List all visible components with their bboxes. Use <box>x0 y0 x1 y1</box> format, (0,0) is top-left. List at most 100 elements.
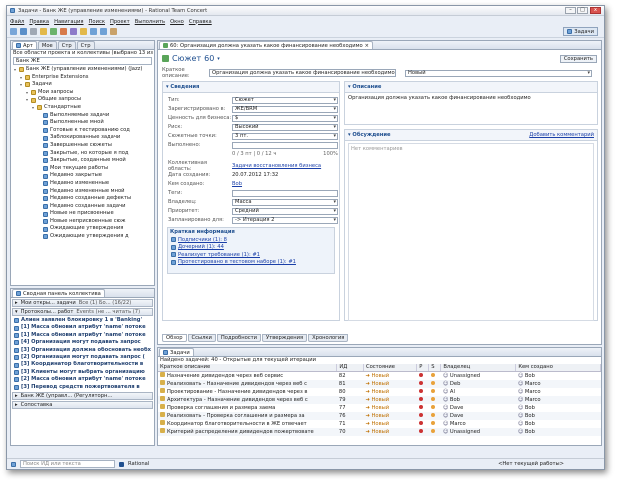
group-compare[interactable]: ▸ Сопоставка <box>12 400 153 409</box>
new-icon[interactable] <box>10 28 17 35</box>
type-dropdown-icon[interactable]: ▾ <box>217 56 220 62</box>
tree-item[interactable]: Закрытые, созданные мной <box>13 157 154 165</box>
menu-run[interactable]: Выполнить <box>135 19 165 25</box>
field-dropdown[interactable]: Высокий <box>232 123 338 131</box>
tab-structure-2[interactable]: Стр <box>76 41 95 49</box>
table-row[interactable]: Координатор благотворительности в ЖЕ отв… <box>158 420 601 428</box>
minimize-button[interactable]: – <box>565 7 576 14</box>
table-row[interactable]: Проектирование - Назначение дивидендов ч… <box>158 388 601 396</box>
twisty-icon[interactable]: ▾ <box>19 74 23 82</box>
tree-item[interactable]: ▾ Стандартные <box>13 104 154 112</box>
menu-file[interactable]: Файл <box>10 19 24 25</box>
tab-team-dashboard[interactable]: Сводная панель коллектива <box>12 289 105 297</box>
table-row[interactable]: Назначение дивидендов через веб сервис 82… <box>158 372 601 381</box>
twisty-icon[interactable]: ▾ <box>25 96 29 104</box>
group-work-events[interactable]: ▾ Протоколы... работ Events (не ... читать… <box>12 308 153 316</box>
menu-edit[interactable]: Правка <box>29 19 49 25</box>
tree-item[interactable]: Новые неприсвоенные сюж <box>13 218 154 226</box>
event-item[interactable]: [3] Координатор благотворительности в <box>14 361 154 368</box>
tree-item[interactable]: ▾ Банк ЖЕ (управление изменениями) (Jazz) <box>13 66 154 74</box>
current-work-label[interactable]: <Нет текущей работы> <box>498 461 564 467</box>
tab-structure[interactable]: Стр <box>57 41 76 49</box>
event-item[interactable]: [1] Масса обновил атрибут 'name' потоке <box>14 332 154 339</box>
event-item[interactable]: [2] Организация могут подавать запрос ( <box>14 354 154 361</box>
field-dropdown[interactable]: $ <box>232 114 338 122</box>
table-row[interactable]: Критерий распределения дивидендов пожерт… <box>158 428 601 436</box>
field-dropdown[interactable]: 3 пт. <box>232 132 338 140</box>
forward-icon[interactable] <box>100 28 107 35</box>
event-item[interactable]: [4] Организация могут подавать запрос <box>14 339 154 346</box>
field-input[interactable] <box>232 141 338 149</box>
twisty-icon[interactable]: ▾ <box>25 89 29 97</box>
perspective-button[interactable]: Задачи <box>563 27 598 36</box>
column-header[interactable]: Краткое описание <box>158 364 338 372</box>
editor-tab-1[interactable]: Ссылки <box>187 334 216 342</box>
fastview-icon[interactable] <box>11 461 16 467</box>
workitem-icon[interactable] <box>70 28 77 35</box>
tree-item[interactable]: Готовые к тестированию сод <box>13 127 154 135</box>
state-dropdown[interactable]: Новый <box>405 69 592 77</box>
tree-item[interactable]: Недавно измененные <box>13 180 154 188</box>
group-my-open-tasks[interactable]: ▸ Мои откры... задачи Все (1) Бо... (16/22… <box>12 299 153 307</box>
editor-tab-3[interactable]: Утверждения <box>262 334 308 342</box>
summary-input[interactable]: Организация должна указать какое финанси… <box>209 69 396 77</box>
event-item[interactable]: [3] Перевод средств пожертвователя в <box>14 384 154 391</box>
menu-help[interactable]: Справка <box>189 19 212 25</box>
search-icon[interactable] <box>80 28 87 35</box>
table-row[interactable]: Архитектура - Назначение дивидендов чере… <box>158 396 601 404</box>
menu-window[interactable]: Окно <box>170 19 184 25</box>
editor-tab-2[interactable]: Подробности <box>216 334 262 342</box>
tree-item[interactable]: Недавно созданные задачи <box>13 203 154 211</box>
tree-item[interactable]: ▾ Задачи <box>13 81 154 89</box>
run-icon[interactable] <box>50 28 57 35</box>
twisty-icon[interactable]: ▾ <box>31 104 35 112</box>
menu-navigate[interactable]: Навигация <box>54 19 83 25</box>
tree-item[interactable]: Выполненные мной <box>13 119 154 127</box>
column-header[interactable]: P <box>416 364 430 372</box>
back-icon[interactable] <box>90 28 97 35</box>
pin-icon[interactable] <box>110 28 117 35</box>
description-text[interactable]: Организация должна указать какое финанси… <box>345 93 597 103</box>
tree-item[interactable]: Заблокированные задачи <box>13 134 154 142</box>
twisty-icon[interactable]: ▾ <box>19 81 23 89</box>
table-row[interactable]: Реализовать - Назначение дивидендов чере… <box>158 380 601 388</box>
field-dropdown[interactable]: ЖЕ/BRM <box>232 105 338 113</box>
save-button[interactable]: Сохранить <box>559 55 597 63</box>
column-header[interactable]: Состояние <box>363 364 418 372</box>
debug-icon[interactable] <box>60 28 67 35</box>
table-row[interactable]: Проверка соглашения и размера заема 77 ➜ Н… <box>158 404 601 412</box>
tree-item[interactable]: Мои текущие работы <box>13 165 154 173</box>
event-item[interactable]: [3] Клиенты могут выбрать организацию <box>14 369 154 376</box>
tab-workitems[interactable]: Задачи <box>159 348 194 356</box>
field-input[interactable] <box>232 189 338 197</box>
maximize-button[interactable]: □ <box>577 7 588 14</box>
quick-info-item[interactable]: Реализует требование (1): #1 <box>168 251 334 259</box>
tree-item[interactable]: Недавно закрытые <box>13 172 154 180</box>
tree-item[interactable]: Недавно измененные мной <box>13 188 154 196</box>
tree-filter-input[interactable]: Банк ЖЕ <box>13 57 152 65</box>
column-header[interactable]: Владелец <box>440 364 517 372</box>
menu-project[interactable]: Проект <box>110 19 130 25</box>
add-comment-link[interactable]: Добавить комментарий <box>529 132 594 138</box>
tree-item[interactable]: ▾ Мои запросы <box>13 89 154 97</box>
group-bank-area[interactable]: ▸ Банк ЖЕ (управл... (Регуляторн... <box>12 391 153 400</box>
tab-workitem-60[interactable]: 60: Организация должна указать какое фин… <box>159 41 374 49</box>
tree-item[interactable]: Ожидающие утверждения д <box>13 233 154 241</box>
print-icon[interactable] <box>30 28 37 35</box>
event-item[interactable]: [1] Масса обновил атрибут 'name' потоке <box>14 324 154 331</box>
tree-item[interactable]: Ожидающие утверждения <box>13 225 154 233</box>
tree-item[interactable]: ▾ Enterprise Extensions <box>13 74 154 82</box>
column-header[interactable]: ИД <box>336 364 365 372</box>
event-item[interactable]: Алиен заявлен блокировку 1 в 'Banking' <box>14 317 154 324</box>
menu-search[interactable]: Поиск <box>89 19 105 25</box>
field-dropdown[interactable]: Сюжет <box>232 96 338 104</box>
tree-item[interactable]: Закрытые, но которые я под <box>13 150 154 158</box>
comment-input[interactable]: Нет комментариев <box>348 143 594 321</box>
event-item[interactable]: [2] Масса обновил атрибут 'name' потоке <box>14 376 154 383</box>
folder-icon[interactable] <box>40 28 47 35</box>
column-header[interactable]: S <box>428 364 442 372</box>
event-item[interactable]: [3] Организация должна обосновать необх <box>14 347 154 354</box>
field-dropdown[interactable]: Средний <box>232 207 338 215</box>
status-search-input[interactable]: Поиск ИД или текста <box>20 460 115 468</box>
tree-item[interactable]: Завершенные сюжеты <box>13 142 154 150</box>
